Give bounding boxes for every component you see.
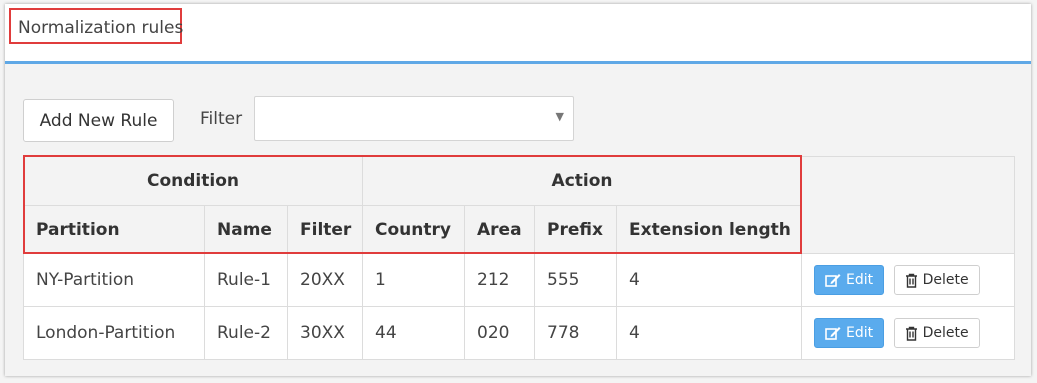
cell-extension-length: 4: [615, 253, 803, 307]
edit-button[interactable]: Edit: [814, 265, 885, 295]
group-header-condition: Condition: [23, 156, 363, 206]
cell-filter: 30XX: [287, 306, 363, 360]
delete-button-label: Delete: [922, 272, 969, 288]
add-new-rule-button[interactable]: Add New Rule: [23, 99, 174, 142]
edit-button-label: Edit: [846, 325, 874, 341]
cell-name: Rule-2: [204, 306, 288, 360]
edit-icon: [825, 274, 841, 287]
column-header-area: Area: [464, 205, 535, 254]
cell-partition: NY-Partition: [23, 253, 205, 307]
rules-table: Condition Action Partition Name Filter C…: [23, 156, 1016, 360]
column-header-name: Name: [204, 205, 288, 254]
column-header-partition: Partition: [23, 205, 205, 254]
edit-icon: [825, 327, 841, 340]
filter-select[interactable]: ▼: [254, 96, 574, 141]
trash-icon: [905, 273, 917, 288]
group-header-action: Action: [361, 156, 803, 206]
edit-button-label: Edit: [846, 272, 874, 288]
cell-prefix: 778: [534, 306, 617, 360]
cell-extension-length: 4: [615, 306, 803, 360]
column-header-country: Country: [362, 205, 465, 254]
cell-name: Rule-1: [204, 253, 288, 307]
edit-button[interactable]: Edit: [814, 318, 885, 348]
filter-label: Filter: [200, 109, 243, 129]
cell-country: 1: [362, 253, 465, 307]
caret-down-icon: ▼: [555, 110, 564, 123]
column-header-extension-length: Extension length: [615, 205, 803, 254]
delete-button[interactable]: Delete: [893, 318, 980, 348]
cell-filter: 20XX: [287, 253, 363, 307]
trash-icon: [905, 326, 917, 341]
delete-button-label: Delete: [922, 325, 969, 341]
column-header-prefix: Prefix: [534, 205, 617, 254]
table-row: NY-Partition Rule-1 20XX 1 212 555 4 Edi…: [23, 253, 1016, 307]
cell-partition: London-Partition: [23, 306, 205, 360]
actions-header: [801, 156, 1016, 254]
cell-actions: Edit Delete: [801, 253, 1016, 307]
cell-actions: Edit Delete: [801, 306, 1016, 360]
cell-country: 44: [362, 306, 465, 360]
cell-area: 020: [464, 306, 535, 360]
column-header-filter: Filter: [287, 205, 363, 254]
page-title: Normalization rules: [18, 18, 184, 38]
cell-prefix: 555: [534, 253, 617, 307]
table-row: London-Partition Rule-2 30XX 44 020 778 …: [23, 306, 1016, 360]
cell-area: 212: [464, 253, 535, 307]
delete-button[interactable]: Delete: [893, 265, 980, 295]
